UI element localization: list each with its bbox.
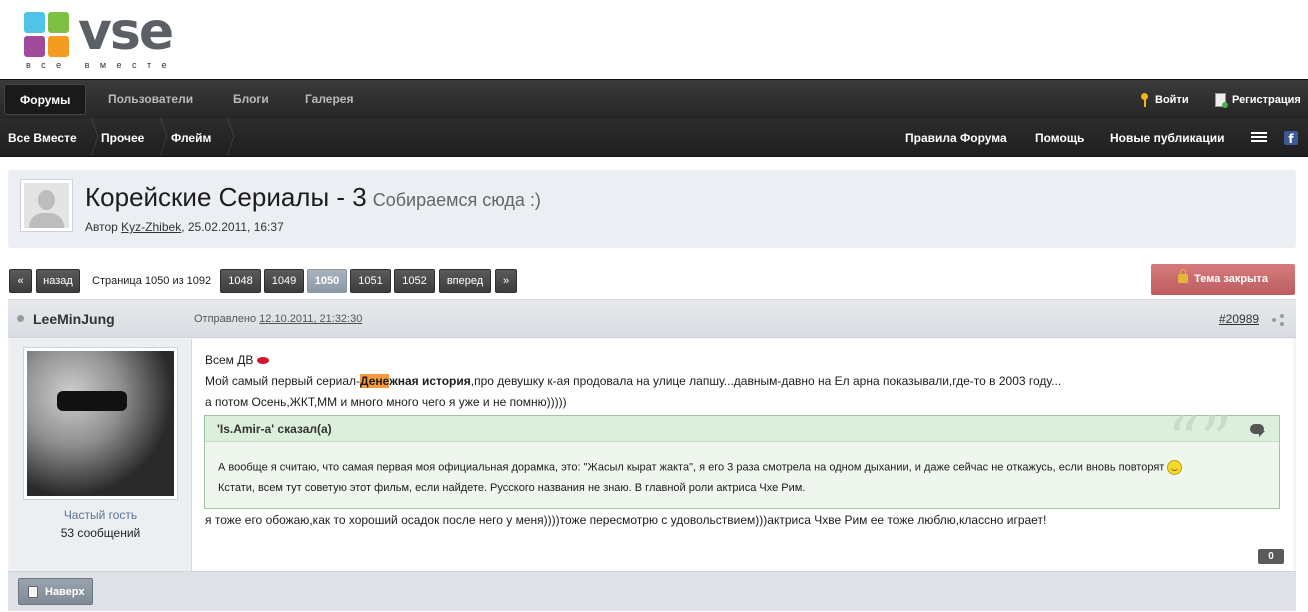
topic-author-prefix: Автор [85, 220, 118, 234]
prev-page-button[interactable]: назад [36, 269, 80, 293]
default-avatar-icon [24, 183, 69, 228]
site-logo[interactable]: vse все вместе [24, 2, 194, 72]
help-link[interactable]: Помощь [1035, 119, 1084, 157]
post-timestamp[interactable]: 12.10.2011, 21:32:30 [259, 313, 362, 325]
lock-icon [1178, 269, 1189, 283]
forum-rules-link[interactable]: Правила Форума [905, 119, 1007, 157]
topic-locked-button[interactable]: Тема закрыта [1151, 264, 1295, 295]
post-author-info: Частый гость 53 сообщений [9, 339, 192, 571]
nav-tab-gallery[interactable]: Галерея [290, 84, 368, 115]
nav-tab-blogs[interactable]: Блоги [218, 84, 284, 115]
topic-description: Собираемся сюда :) [372, 190, 541, 210]
post-number-link[interactable]: #20989 [1219, 312, 1259, 326]
share-icon[interactable] [1272, 314, 1284, 326]
page-title: Корейские Сериалы - 3 Собираемся сюда :) [85, 182, 541, 213]
topic-meta: Автор Kyz-Zhibek, 25.02.2011, 16:37 [85, 220, 284, 234]
comment-icon[interactable] [1250, 424, 1265, 437]
post-line: а потом Осень,ЖКТ,ММ и много много чего … [205, 395, 567, 409]
back-to-top-label: Наверх [45, 586, 85, 598]
post-text: ,про девушку к-ая продовала на улице лап… [470, 374, 1062, 388]
page-button-1050-current[interactable]: 1050 [307, 269, 347, 293]
new-posts-link[interactable]: Новые публикации [1110, 119, 1224, 157]
breadcrumb-item-home[interactable]: Все Вместе [8, 119, 77, 157]
quote-line: Кстати, всем тут советую этот фильм, есл… [218, 482, 806, 494]
register-link[interactable]: Регистрация [1215, 80, 1301, 120]
quote-text: А вообще я считаю, что самая первая моя … [218, 461, 1165, 474]
breadcrumb-separator [84, 119, 94, 157]
post-line: Мой самый первый сериал-Денежная история… [205, 374, 1061, 388]
post-header: LeeMinJung Отправлено 12.10.2011, 21:32:… [8, 300, 1296, 338]
first-page-button[interactable]: « [9, 269, 32, 293]
topic-date: , 25.02.2011, 16:37 [181, 220, 284, 234]
primary-nav: Форумы Пользователи Блоги Галерея Войти … [0, 79, 1308, 119]
kiss-emoticon-icon [257, 357, 270, 365]
next-page-button[interactable]: вперед [439, 269, 491, 293]
smile-emoticon-icon [1167, 460, 1183, 475]
post: LeeMinJung Отправлено 12.10.2011, 21:32:… [8, 299, 1296, 611]
quote-citation: 'Is.Amir-a' сказал(а) [217, 422, 332, 436]
logo-text: vse [78, 2, 174, 62]
sign-in-label: Войти [1155, 94, 1189, 106]
topic-author-link[interactable]: Kyz-Zhibek [121, 220, 181, 234]
quote-header: 'Is.Amir-a' сказал(а) “” [205, 404, 1279, 478]
post-bold-text: жная история [389, 374, 471, 388]
back-to-top-button[interactable]: Наверх [18, 578, 93, 605]
offline-status-icon [17, 315, 24, 322]
post-line: я тоже его обожаю,как то хороший осадок … [205, 513, 1047, 527]
logo-tagline: все вместе [26, 60, 178, 70]
topic-locked-label: Тема закрыта [1194, 273, 1268, 285]
page-button-1048[interactable]: 1048 [220, 269, 261, 293]
page-button-1051[interactable]: 1051 [350, 269, 391, 293]
post-text: Мой самый первый сериал- [205, 374, 361, 388]
post-author-name[interactable]: LeeMinJung [33, 311, 115, 327]
topic-header: Корейские Сериалы - 3 Собираемся сюда :) … [8, 170, 1296, 248]
post-greeting: Всем ДВ [205, 353, 254, 367]
post-body: Всем ДВ Мой самый первый сериал-Денежная… [192, 339, 1293, 571]
breadcrumb-separator [153, 119, 163, 157]
avatar-photo [27, 351, 174, 496]
breadcrumb-bar: Все Вместе Прочее Флейм Правила Форума П… [0, 119, 1308, 157]
document-icon [28, 586, 38, 599]
register-icon [1215, 93, 1228, 109]
facebook-icon[interactable]: f [1284, 131, 1298, 146]
author-group: Частый гость [63, 508, 138, 522]
key-icon [1140, 93, 1149, 108]
register-label: Регистрация [1232, 94, 1301, 106]
breadcrumb-item-other[interactable]: Прочее [101, 119, 144, 157]
post-author-avatar[interactable] [23, 347, 178, 500]
breadcrumb-item-flame[interactable]: Флейм [171, 119, 211, 157]
page-button-1049[interactable]: 1049 [264, 269, 304, 293]
sign-in-link[interactable]: Войти [1140, 80, 1189, 120]
page-info: Страница 1050 из 1092 [92, 275, 212, 287]
page-button-1052[interactable]: 1052 [394, 269, 435, 293]
post-footer: Наверх [8, 571, 1296, 611]
last-page-button[interactable]: » [495, 269, 517, 293]
author-post-count: 53 сообщений [60, 526, 141, 540]
quote-block: 'Is.Amir-a' сказал(а) “” А вообще я счит… [204, 404, 1280, 509]
topic-title: Корейские Сериалы - 3 [85, 182, 367, 212]
nav-tab-forums[interactable]: Форумы [4, 84, 87, 115]
topic-author-avatar[interactable] [20, 179, 73, 232]
nav-tab-users[interactable]: Пользователи [93, 84, 208, 115]
reputation-badge[interactable]: 0 [1258, 549, 1284, 564]
quote-line: А вообще я считаю, что самая первая моя … [218, 460, 1183, 475]
search-highlight: Дене [360, 374, 390, 388]
post-date-prefix: Отправлено [194, 313, 257, 325]
post-date: Отправлено 12.10.2011, 21:32:30 [194, 313, 362, 325]
list-view-icon[interactable] [1251, 132, 1267, 143]
logo-squares-icon [24, 12, 70, 58]
breadcrumb-separator [220, 119, 230, 157]
post-line: Всем ДВ [205, 353, 270, 367]
